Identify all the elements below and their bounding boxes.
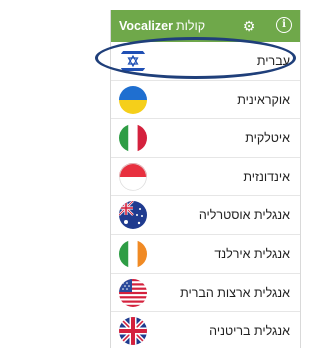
- app-title: Vocalizer קולות: [119, 10, 205, 42]
- list-item-indonesian[interactable]: אינדונזית: [111, 158, 300, 197]
- australia-flag-icon: [119, 201, 147, 230]
- israel-flag-icon: [119, 47, 147, 75]
- list-item-label: איטלקית: [245, 131, 290, 146]
- language-list: עברית אוקראינית איטלקית אינדונזית אנגלית…: [111, 42, 300, 348]
- app-brand: Vocalizer: [119, 19, 173, 33]
- ukraine-flag-icon: [119, 85, 147, 114]
- list-item-italian[interactable]: איטלקית: [111, 119, 300, 158]
- gear-icon[interactable]: ⚙: [241, 18, 257, 34]
- list-item-english-australia[interactable]: אנגלית אוסטרליה: [111, 196, 300, 235]
- list-item-label: אנגלית אוסטרליה: [198, 208, 290, 223]
- list-item-label: עברית: [256, 54, 290, 68]
- list-item-label: אנגלית בריטניה: [209, 324, 290, 339]
- list-item-label: אוקראינית: [237, 92, 290, 107]
- list-item-ukrainian[interactable]: אוקראינית: [111, 81, 300, 120]
- voices-screen: Vocalizer קולות ⚙ i עברית אוקראינית איטל…: [110, 10, 301, 348]
- uk-flag-icon: [119, 317, 147, 346]
- ireland-flag-icon: [119, 239, 147, 268]
- indonesia-flag-icon: [119, 162, 147, 191]
- usa-flag-icon: [119, 278, 147, 307]
- app-bar: Vocalizer קולות ⚙ i: [111, 10, 300, 42]
- list-item-english-uk[interactable]: אנגלית בריטניה: [111, 312, 300, 348]
- list-item-english-us[interactable]: אנגלית ארצות הברית: [111, 274, 300, 313]
- list-item-label: אנגלית אירלנד: [214, 246, 290, 261]
- list-item-english-ireland[interactable]: אנגלית אירלנד: [111, 235, 300, 274]
- list-item-label: אינדונזית: [243, 169, 290, 184]
- list-item-hebrew[interactable]: עברית: [111, 42, 300, 81]
- app-title-text: קולות: [175, 19, 206, 33]
- list-item-label: אנגלית ארצות הברית: [180, 285, 290, 300]
- info-icon[interactable]: i: [276, 17, 292, 33]
- italy-flag-icon: [119, 124, 147, 153]
